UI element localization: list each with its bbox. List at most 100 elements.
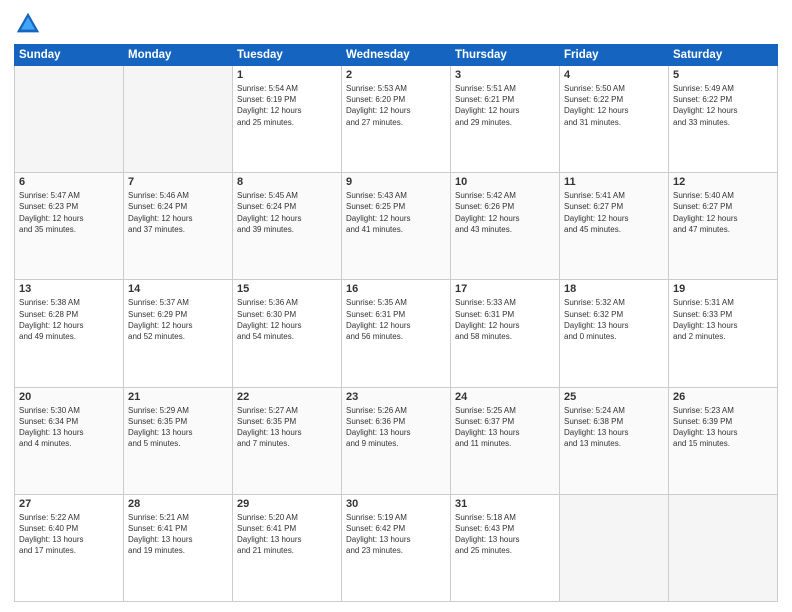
day-info: Sunrise: 5:46 AM Sunset: 6:24 PM Dayligh… xyxy=(128,190,228,235)
calendar-cell: 4Sunrise: 5:50 AM Sunset: 6:22 PM Daylig… xyxy=(560,66,669,173)
calendar-weekday-header: Friday xyxy=(560,45,669,66)
day-number: 28 xyxy=(128,498,228,510)
calendar-table: SundayMondayTuesdayWednesdayThursdayFrid… xyxy=(14,44,778,602)
calendar-cell: 22 Sunrise: 5:27 AM Sunset: 6:35 PM Dayli… xyxy=(233,387,342,494)
calendar-weekday-header: Thursday xyxy=(451,45,560,66)
day-number: 27 xyxy=(19,498,119,510)
day-info: Sunrise: 5:40 AM Sunset: 6:27 PM Dayligh… xyxy=(673,190,773,235)
calendar-cell: 8Sunrise: 5:45 AM Sunset: 6:24 PM Daylig… xyxy=(233,173,342,280)
calendar-cell: 7 Sunrise: 5:46 AM Sunset: 6:24 PM Daylig… xyxy=(124,173,233,280)
calendar-cell: 29Sunrise: 5:20 AM Sunset: 6:41 PM Dayli… xyxy=(233,494,342,601)
day-info: Sunrise: 5:25 AM Sunset: 6:37 PM Dayligh… xyxy=(455,405,555,450)
calendar-cell xyxy=(15,66,124,173)
day-number: 30 xyxy=(346,498,446,510)
day-info: Sunrise: 5:51 AM Sunset: 6:21 PM Dayligh… xyxy=(455,83,555,128)
calendar-cell xyxy=(124,66,233,173)
calendar-cell: 13Sunrise: 5:38 AM Sunset: 6:28 PM Dayli… xyxy=(15,280,124,387)
calendar-cell xyxy=(560,494,669,601)
day-info: Sunrise: 5:19 AM Sunset: 6:42 PM Dayligh… xyxy=(346,512,446,557)
day-info: Sunrise: 5:47 AM Sunset: 6:23 PM Dayligh… xyxy=(19,190,119,235)
day-number: 2 xyxy=(346,69,446,81)
day-number: 15 xyxy=(237,283,337,295)
calendar-cell: 27 Sunrise: 5:22 AM Sunset: 6:40 PM Dayli… xyxy=(15,494,124,601)
day-info: Sunrise: 5:43 AM Sunset: 6:25 PM Dayligh… xyxy=(346,190,446,235)
calendar-weekday-header: Wednesday xyxy=(342,45,451,66)
day-info: Sunrise: 5:41 AM Sunset: 6:27 PM Dayligh… xyxy=(564,190,664,235)
calendar-cell: 18 Sunrise: 5:32 AM Sunset: 6:32 PM Dayli… xyxy=(560,280,669,387)
calendar-weekday-header: Monday xyxy=(124,45,233,66)
calendar-weekday-header: Tuesday xyxy=(233,45,342,66)
day-number: 31 xyxy=(455,498,555,510)
calendar-header-row: SundayMondayTuesdayWednesdayThursdayFrid… xyxy=(15,45,778,66)
calendar-cell: 24 Sunrise: 5:25 AM Sunset: 6:37 PM Dayli… xyxy=(451,387,560,494)
day-info: Sunrise: 5:22 AM Sunset: 6:40 PM Dayligh… xyxy=(19,512,119,557)
day-number: 20 xyxy=(19,391,119,403)
day-number: 19 xyxy=(673,283,773,295)
calendar-cell: 28 Sunrise: 5:21 AM Sunset: 6:41 PM Dayli… xyxy=(124,494,233,601)
calendar-cell: 16 Sunrise: 5:35 AM Sunset: 6:31 PM Dayli… xyxy=(342,280,451,387)
day-info: Sunrise: 5:24 AM Sunset: 6:38 PM Dayligh… xyxy=(564,405,664,450)
day-info: Sunrise: 5:29 AM Sunset: 6:35 PM Dayligh… xyxy=(128,405,228,450)
day-info: Sunrise: 5:50 AM Sunset: 6:22 PM Dayligh… xyxy=(564,83,664,128)
day-number: 16 xyxy=(346,283,446,295)
day-number: 26 xyxy=(673,391,773,403)
calendar-cell: 1 Sunrise: 5:54 AM Sunset: 6:19 PM Daylig… xyxy=(233,66,342,173)
day-number: 7 xyxy=(128,176,228,188)
calendar-week-row: 20 Sunrise: 5:30 AM Sunset: 6:34 PM Dayli… xyxy=(15,387,778,494)
header xyxy=(14,10,778,38)
day-info: Sunrise: 5:23 AM Sunset: 6:39 PM Dayligh… xyxy=(673,405,773,450)
calendar-weekday-header: Sunday xyxy=(15,45,124,66)
calendar-cell: 25 Sunrise: 5:24 AM Sunset: 6:38 PM Dayli… xyxy=(560,387,669,494)
day-number: 17 xyxy=(455,283,555,295)
calendar-cell: 5 Sunrise: 5:49 AM Sunset: 6:22 PM Daylig… xyxy=(669,66,778,173)
calendar-cell: 6Sunrise: 5:47 AM Sunset: 6:23 PM Daylig… xyxy=(15,173,124,280)
calendar-cell: 31Sunrise: 5:18 AM Sunset: 6:43 PM Dayli… xyxy=(451,494,560,601)
calendar-week-row: 6Sunrise: 5:47 AM Sunset: 6:23 PM Daylig… xyxy=(15,173,778,280)
day-number: 23 xyxy=(346,391,446,403)
day-number: 12 xyxy=(673,176,773,188)
calendar-weekday-header: Saturday xyxy=(669,45,778,66)
day-info: Sunrise: 5:35 AM Sunset: 6:31 PM Dayligh… xyxy=(346,297,446,342)
calendar-cell: 14 Sunrise: 5:37 AM Sunset: 6:29 PM Dayli… xyxy=(124,280,233,387)
day-info: Sunrise: 5:32 AM Sunset: 6:32 PM Dayligh… xyxy=(564,297,664,342)
calendar-cell: 15 Sunrise: 5:36 AM Sunset: 6:30 PM Dayli… xyxy=(233,280,342,387)
logo-icon xyxy=(14,10,42,38)
day-number: 10 xyxy=(455,176,555,188)
calendar-cell: 2 Sunrise: 5:53 AM Sunset: 6:20 PM Daylig… xyxy=(342,66,451,173)
calendar-cell: 20 Sunrise: 5:30 AM Sunset: 6:34 PM Dayli… xyxy=(15,387,124,494)
calendar-week-row: 27 Sunrise: 5:22 AM Sunset: 6:40 PM Dayli… xyxy=(15,494,778,601)
day-info: Sunrise: 5:53 AM Sunset: 6:20 PM Dayligh… xyxy=(346,83,446,128)
day-info: Sunrise: 5:42 AM Sunset: 6:26 PM Dayligh… xyxy=(455,190,555,235)
day-info: Sunrise: 5:30 AM Sunset: 6:34 PM Dayligh… xyxy=(19,405,119,450)
day-info: Sunrise: 5:54 AM Sunset: 6:19 PM Dayligh… xyxy=(237,83,337,128)
day-info: Sunrise: 5:37 AM Sunset: 6:29 PM Dayligh… xyxy=(128,297,228,342)
day-number: 11 xyxy=(564,176,664,188)
day-number: 24 xyxy=(455,391,555,403)
page: SundayMondayTuesdayWednesdayThursdayFrid… xyxy=(0,0,792,612)
day-number: 8 xyxy=(237,176,337,188)
calendar-cell: 11 Sunrise: 5:41 AM Sunset: 6:27 PM Dayli… xyxy=(560,173,669,280)
day-info: Sunrise: 5:38 AM Sunset: 6:28 PM Dayligh… xyxy=(19,297,119,342)
day-info: Sunrise: 5:33 AM Sunset: 6:31 PM Dayligh… xyxy=(455,297,555,342)
day-number: 18 xyxy=(564,283,664,295)
day-number: 9 xyxy=(346,176,446,188)
day-number: 25 xyxy=(564,391,664,403)
day-number: 21 xyxy=(128,391,228,403)
day-number: 1 xyxy=(237,69,337,81)
day-info: Sunrise: 5:21 AM Sunset: 6:41 PM Dayligh… xyxy=(128,512,228,557)
calendar-cell: 3Sunrise: 5:51 AM Sunset: 6:21 PM Daylig… xyxy=(451,66,560,173)
calendar-cell: 21 Sunrise: 5:29 AM Sunset: 6:35 PM Dayli… xyxy=(124,387,233,494)
day-number: 5 xyxy=(673,69,773,81)
day-number: 14 xyxy=(128,283,228,295)
calendar-cell xyxy=(669,494,778,601)
calendar-cell: 12 Sunrise: 5:40 AM Sunset: 6:27 PM Dayli… xyxy=(669,173,778,280)
calendar-cell: 10 Sunrise: 5:42 AM Sunset: 6:26 PM Dayli… xyxy=(451,173,560,280)
day-info: Sunrise: 5:36 AM Sunset: 6:30 PM Dayligh… xyxy=(237,297,337,342)
calendar-cell: 19 Sunrise: 5:31 AM Sunset: 6:33 PM Dayli… xyxy=(669,280,778,387)
day-info: Sunrise: 5:31 AM Sunset: 6:33 PM Dayligh… xyxy=(673,297,773,342)
logo xyxy=(14,10,46,38)
day-number: 29 xyxy=(237,498,337,510)
day-info: Sunrise: 5:49 AM Sunset: 6:22 PM Dayligh… xyxy=(673,83,773,128)
day-info: Sunrise: 5:27 AM Sunset: 6:35 PM Dayligh… xyxy=(237,405,337,450)
day-number: 22 xyxy=(237,391,337,403)
